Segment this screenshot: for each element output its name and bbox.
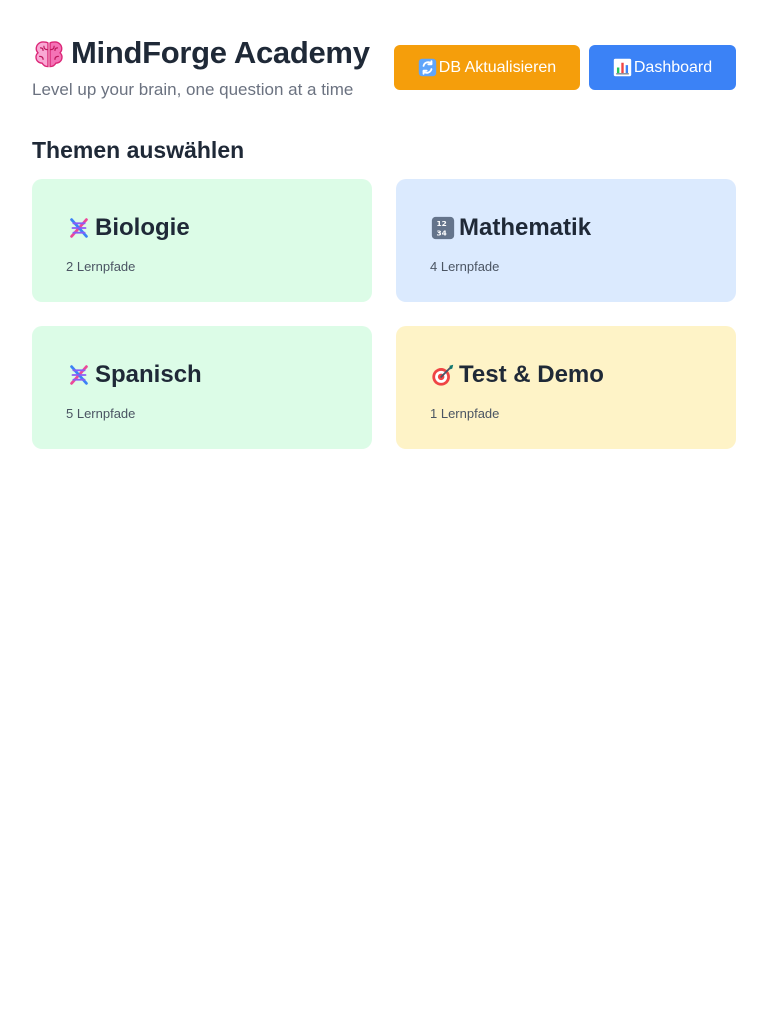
brain-icon: [35, 41, 63, 68]
topic-card-test-demo[interactable]: Test & Demo 1 Lernpfade: [396, 326, 736, 449]
app-title-text: MindForge Academy: [71, 35, 370, 70]
refresh-database-button[interactable]: DB Aktualisieren: [394, 45, 580, 90]
topic-title: Test & Demo: [459, 361, 604, 388]
topic-title-row: Test & Demo: [430, 360, 702, 390]
section-title: Themen auswählen: [32, 137, 245, 163]
learning-path-count: 1 Lernpfade: [430, 406, 500, 421]
dna-icon: [70, 218, 88, 238]
dna-icon: [70, 365, 88, 385]
topic-card-mathematik[interactable]: 12 34 Mathematik 4 Lernpfade: [396, 179, 736, 302]
topic-title: Spanisch: [95, 361, 202, 388]
topic-card-biologie[interactable]: Biologie 2 Lernpfade: [32, 179, 372, 302]
app-header: MindForge Academy Level up your brain, o…: [32, 32, 736, 112]
dashboard-button[interactable]: Dashboard: [589, 45, 736, 90]
page: MindForge Academy Level up your brain, o…: [0, 0, 768, 1024]
topic-grid: Biologie 2 Lernpfade 12 34 Mathematik 4 …: [32, 179, 736, 449]
topic-card-spanisch[interactable]: Spanisch 5 Lernpfade: [32, 326, 372, 449]
numbers-icon: 12 34: [431, 216, 455, 240]
learning-path-count: 5 Lernpfade: [66, 406, 136, 421]
refresh-database-label: DB Aktualisieren: [438, 59, 557, 76]
learning-path-count: 2 Lernpfade: [66, 259, 136, 274]
header-actions: DB Aktualisieren Dashboard: [394, 45, 736, 90]
learning-path-count: 4 Lernpfade: [430, 259, 500, 274]
refresh-icon: [418, 58, 437, 77]
topic-title-row: Biologie: [66, 213, 338, 243]
topic-title-row: 12 34 Mathematik: [430, 213, 702, 243]
app-subtitle: Level up your brain, one question at a t…: [32, 80, 354, 99]
brand: MindForge Academy Level up your brain, o…: [32, 32, 392, 101]
app-title: MindForge Academy: [32, 32, 392, 74]
chart-icon: [613, 58, 632, 77]
topic-title-row: Spanisch: [66, 360, 338, 390]
topic-title: Biologie: [95, 214, 190, 241]
svg-text:34: 34: [437, 228, 447, 237]
svg-text:12: 12: [437, 219, 447, 228]
topic-title: Mathematik: [459, 214, 592, 241]
dashboard-label: Dashboard: [633, 59, 713, 76]
target-icon: [432, 364, 454, 386]
